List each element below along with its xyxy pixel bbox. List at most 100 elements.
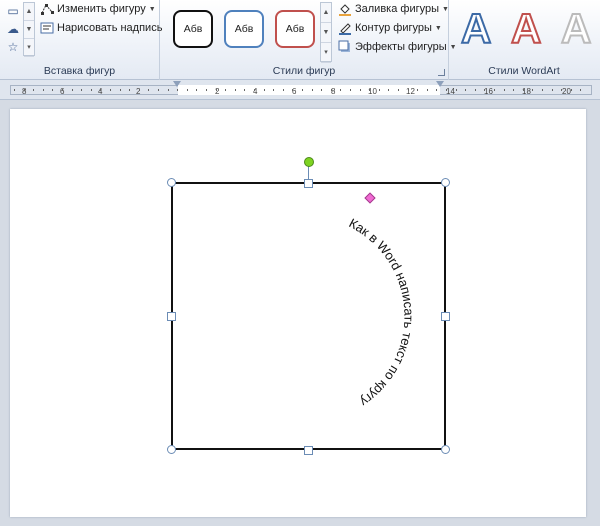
cloud-shape-icon[interactable]: ☁ [3, 20, 23, 38]
ruler-tick-mark [158, 89, 159, 91]
right-indent-marker[interactable] [436, 81, 444, 87]
paint-bucket-icon [338, 2, 352, 16]
rectangle-shape-icon[interactable]: ▭ [3, 2, 23, 20]
resize-handle-top-left[interactable] [167, 178, 176, 187]
edit-points-icon [40, 2, 54, 16]
ruler-tick-mark [90, 89, 92, 91]
ruler-tick-mark [436, 89, 438, 91]
wordart-styles-group: A A A Стили WordArt [449, 0, 600, 80]
ruler-tick-mark [129, 89, 131, 91]
dialog-launcher-icon[interactable] [438, 69, 445, 76]
shape-fill-button[interactable]: Заливка фигуры ▼ [338, 0, 449, 18]
wordart-style-blue[interactable]: A [460, 4, 492, 54]
chevron-down-icon: ▼ [148, 5, 156, 13]
shape-style-preset-red[interactable]: Абв [275, 10, 315, 48]
pencil-outline-icon [338, 21, 352, 35]
ruler-tick-mark [417, 89, 419, 91]
resize-handle-bottom-right[interactable] [441, 445, 450, 454]
ruler-tick-mark [71, 89, 73, 91]
horizontal-ruler[interactable]: 8 6 4 2 2 4 6 8 10 12 14 16 18 20 [0, 80, 600, 100]
ruler-tick-mark [580, 89, 582, 91]
ruler-tick-mark [378, 89, 380, 91]
wordart-style-gray[interactable]: A [560, 4, 592, 54]
ruler-tick-mark [234, 89, 236, 91]
ruler-tick-mark [119, 89, 121, 91]
resize-handle-left[interactable] [167, 312, 176, 321]
ruler-tick-mark [551, 89, 553, 91]
ruler-tick-mark [542, 89, 543, 91]
resize-handle-bottom[interactable] [304, 446, 313, 455]
ruler-tick-mark [52, 89, 54, 91]
draw-textbox-label: Нарисовать надпись [57, 22, 163, 34]
scroll-down-icon[interactable]: ▼ [24, 21, 34, 39]
ruler-tick-mark [302, 89, 303, 91]
shape-styles-group-label: Стили фигур [272, 65, 336, 77]
selected-shape[interactable] [171, 182, 446, 450]
rotation-handle-line [308, 166, 309, 180]
effects-icon [338, 40, 352, 54]
ribbon: ▭ ☁ ☆ ▲ ▼ ▾ Изменить фигуру ▼ Нарисовать… [0, 0, 600, 80]
edit-shape-button[interactable]: Изменить фигуру ▼ [40, 0, 156, 18]
ruler-tick-mark [311, 89, 313, 91]
scroll-down-icon[interactable]: ▼ [321, 23, 331, 43]
shapes-gallery[interactable]: ▭ ☁ ☆ [3, 2, 23, 58]
resize-handle-right[interactable] [441, 312, 450, 321]
ruler-tick-mark [110, 89, 111, 91]
shape-style-preset-black[interactable]: Абв [173, 10, 213, 48]
ruler-tick-mark [244, 89, 246, 91]
draw-textbox-button[interactable]: Нарисовать надпись [40, 19, 162, 37]
resize-handle-bottom-left[interactable] [167, 445, 176, 454]
ruler-tick-mark [369, 89, 371, 91]
gallery-more-icon[interactable]: ▾ [321, 43, 331, 63]
ruler-tick-mark [446, 89, 447, 91]
ruler-tick-mark [282, 89, 284, 91]
ruler-tick-mark [474, 89, 476, 91]
ruler-tick-mark [292, 89, 294, 91]
left-indent-marker[interactable] [173, 81, 181, 87]
ruler-tick-mark [177, 89, 179, 91]
scroll-up-icon[interactable]: ▲ [321, 3, 331, 23]
ruler-tick-mark [455, 89, 457, 91]
ruler-tick-mark [388, 89, 390, 91]
ruler-tick-mark [62, 89, 63, 91]
shape-outline-button[interactable]: Контур фигуры ▼ [338, 19, 442, 37]
ruler-tick-mark [494, 89, 495, 91]
ruler-tick-mark [273, 89, 275, 91]
ruler-tick-mark [148, 89, 150, 91]
ruler-tick-mark [100, 89, 102, 91]
shape-style-preset-blue[interactable]: Абв [224, 10, 264, 48]
ruler-tick-mark [254, 89, 255, 91]
ruler-tick-mark [570, 89, 572, 91]
resize-handle-top[interactable] [304, 179, 313, 188]
scroll-up-icon[interactable]: ▲ [24, 3, 34, 21]
shape-effects-button[interactable]: Эффекты фигуры ▼ [338, 38, 457, 56]
shape-outline-label: Контур фигуры [355, 22, 432, 34]
ruler-tick-mark [359, 89, 361, 91]
ruler-tick-mark [350, 89, 351, 91]
ruler-tick-mark [532, 89, 534, 91]
shape-styles-scroll[interactable]: ▲ ▼ ▾ [320, 2, 332, 63]
ruler-tick-mark [522, 89, 524, 91]
star-shape-icon[interactable]: ☆ [3, 38, 23, 56]
wordart-style-red[interactable]: A [510, 4, 542, 54]
ruler-tick-mark [14, 89, 15, 91]
resize-handle-top-right[interactable] [441, 178, 450, 187]
ruler-tick-mark [81, 89, 83, 91]
gallery-more-icon[interactable]: ▾ [24, 39, 34, 57]
shapes-gallery-scroll[interactable]: ▲ ▼ ▾ [23, 2, 35, 57]
ruler-tick-label: 20 [562, 87, 571, 96]
textbox-icon [40, 21, 54, 35]
ruler-tick-mark [186, 89, 188, 91]
shape-effects-label: Эффекты фигуры [355, 41, 447, 53]
ruler-tick-mark [340, 89, 342, 91]
ruler-tick-mark [503, 89, 505, 91]
ruler-tick-mark [206, 89, 207, 91]
ruler-tick-mark [465, 89, 467, 91]
edit-shape-label: Изменить фигуру [57, 3, 146, 15]
ruler-tick-mark [484, 89, 486, 91]
ruler-tick-mark [196, 89, 198, 91]
ruler-tick-mark [513, 89, 515, 91]
ruler-tick-mark [23, 89, 25, 91]
rotation-handle[interactable] [304, 157, 314, 167]
insert-shapes-group-label: Вставка фигур [43, 65, 116, 77]
